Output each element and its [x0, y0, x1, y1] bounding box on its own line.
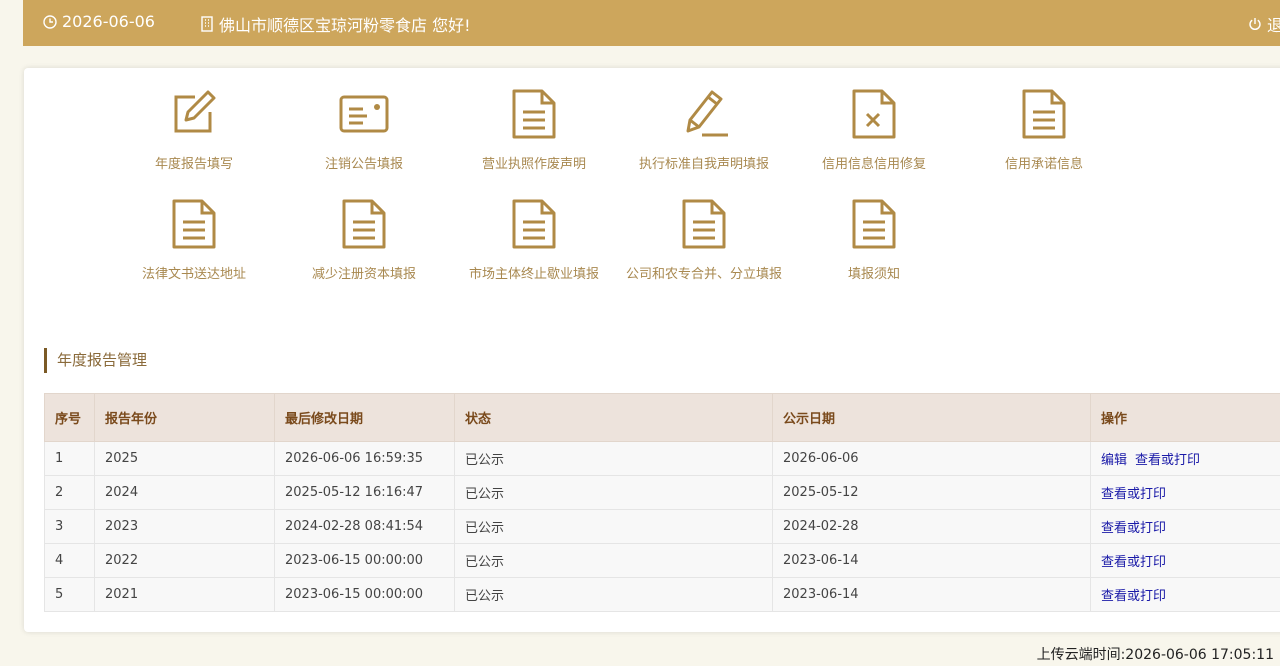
- cell-status: 已公示: [454, 441, 773, 476]
- cell-modified: 2024-02-28 08:41:54: [274, 509, 455, 544]
- clock-icon: [43, 14, 57, 29]
- header-date-text: 2026-06-06: [62, 12, 155, 31]
- col-header-modified: 最后修改日期: [274, 393, 455, 442]
- power-icon: [1249, 18, 1261, 31]
- upload-time: 上传云端时间:2026-06-06 17:05:11: [1036, 647, 1274, 663]
- building-icon: [201, 16, 213, 32]
- header-greeting-text: 佛山市顺德区宝琼河粉零食店 您好!: [219, 16, 471, 35]
- function-label: 减少注册资本填报: [311, 267, 416, 282]
- cell-published: 2026-06-06: [772, 441, 1091, 476]
- cell-actions: 查看或打印: [1090, 475, 1280, 510]
- edit-icon: [174, 90, 216, 133]
- cell-status: 已公示: [454, 475, 773, 510]
- cell-actions: 查看或打印: [1090, 509, 1280, 544]
- function-label: 执行标准自我声明填报: [638, 157, 769, 172]
- view-print-link[interactable]: 查看或打印: [1101, 589, 1166, 604]
- document-icon: [342, 199, 386, 249]
- cell-actions: 查看或打印: [1090, 577, 1280, 612]
- function-label: 信用承诺信息: [1004, 157, 1083, 172]
- document-icon: [512, 199, 556, 249]
- cell-published: 2025-05-12: [772, 475, 1091, 510]
- function-tile[interactable]: 填报须知: [789, 198, 959, 282]
- function-label: 法律文书送达地址: [141, 267, 246, 282]
- cell-actions: 编辑 查看或打印: [1090, 441, 1280, 476]
- cell-status: 已公示: [454, 509, 773, 544]
- logout-button[interactable]: 退出: [1248, 12, 1280, 36]
- cell-year: 2022: [94, 543, 275, 578]
- function-label: 市场主体终止歇业填报: [468, 267, 599, 282]
- function-label: 填报须知: [847, 267, 900, 282]
- function-label: 公司和农专合并、分立填报: [625, 267, 782, 282]
- function-label: 注销公告填报: [324, 157, 403, 172]
- function-tile[interactable]: 信用承诺信息: [959, 88, 1129, 172]
- header-greeting: 佛山市顺德区宝琼河粉零食店 您好!: [200, 12, 471, 36]
- document-icon: [512, 89, 556, 139]
- cell-actions: 查看或打印: [1090, 543, 1280, 578]
- cell-no: 4: [44, 543, 95, 578]
- col-header-actions: 操作: [1090, 393, 1280, 442]
- function-tile[interactable]: 信用信息信用修复: [789, 88, 959, 172]
- cell-published: 2023-06-14: [772, 543, 1091, 578]
- cell-modified: 2025-05-12 16:16:47: [274, 475, 455, 510]
- cell-published: 2023-06-14: [772, 577, 1091, 612]
- function-label: 年度报告填写: [154, 157, 233, 172]
- main-panel: 年度报告填写 注销公告填报 营业执照作废声明 执行标准自我声明填报 信用信息信用…: [24, 68, 1280, 632]
- function-tile[interactable]: 执行标准自我声明填报: [619, 88, 789, 172]
- col-header-no: 序号: [44, 393, 95, 442]
- cell-modified: 2026-06-06 16:59:35: [274, 441, 455, 476]
- document-icon: [1022, 89, 1066, 139]
- section-title: 年度报告管理: [44, 348, 147, 373]
- view-print-link[interactable]: 查看或打印: [1101, 521, 1166, 536]
- function-tile[interactable]: 减少注册资本填报: [279, 198, 449, 282]
- id-card-icon: [339, 95, 389, 133]
- function-tile[interactable]: 公司和农专合并、分立填报: [619, 198, 789, 282]
- function-tile[interactable]: 年度报告填写: [109, 88, 279, 172]
- function-label: 信用信息信用修复: [821, 157, 926, 172]
- function-tile[interactable]: 注销公告填报: [279, 88, 449, 172]
- function-tile[interactable]: 市场主体终止歇业填报: [449, 198, 619, 282]
- document-x-icon: [852, 89, 896, 139]
- document-icon: [172, 199, 216, 249]
- document-icon: [682, 199, 726, 249]
- view-print-link[interactable]: 查看或打印: [1135, 453, 1200, 468]
- cell-no: 2: [44, 475, 95, 510]
- cell-modified: 2023-06-15 00:00:00: [274, 577, 455, 612]
- cell-published: 2024-02-28: [772, 509, 1091, 544]
- cell-year: 2021: [94, 577, 275, 612]
- header-date: 2026-06-06: [43, 12, 155, 31]
- table-row: 1 2025 2026-06-06 16:59:35 已公示 2026-06-06 编辑查…: [44, 441, 1280, 476]
- document-icon: [852, 199, 896, 249]
- function-tile[interactable]: 法律文书送达地址: [109, 198, 279, 282]
- table-header-row: 序号 报告年份 最后修改日期 状态 公示日期 操作: [44, 393, 1280, 442]
- top-bar: 2026-06-06 佛山市顺德区宝琼河粉零食店 您好! 退出: [23, 0, 1280, 46]
- col-header-status: 状态: [454, 393, 773, 442]
- annual-report-table: 序号 报告年份 最后修改日期 状态 公示日期 操作 1 2025 2026-06-0…: [44, 393, 1280, 612]
- table-row: 4 2022 2023-06-15 00:00:00 已公示 2023-06-14 查看或…: [44, 543, 1280, 578]
- cell-modified: 2023-06-15 00:00:00: [274, 543, 455, 578]
- cell-status: 已公示: [454, 543, 773, 578]
- pencil-icon: [686, 90, 728, 137]
- table-row: 5 2021 2023-06-15 00:00:00 已公示 2023-06-14 查看或…: [44, 577, 1280, 612]
- view-print-link[interactable]: 查看或打印: [1101, 555, 1166, 570]
- cell-no: 1: [44, 441, 95, 476]
- col-header-year: 报告年份: [94, 393, 275, 442]
- view-print-link[interactable]: 查看或打印: [1101, 487, 1166, 502]
- cell-no: 5: [44, 577, 95, 612]
- logout-label: 退出: [1267, 16, 1280, 35]
- function-label: 营业执照作废声明: [481, 157, 586, 172]
- cell-status: 已公示: [454, 577, 773, 612]
- cell-no: 3: [44, 509, 95, 544]
- col-header-published: 公示日期: [772, 393, 1091, 442]
- table-row: 3 2023 2024-02-28 08:41:54 已公示 2024-02-28 查看或…: [44, 509, 1280, 544]
- table-row: 2 2024 2025-05-12 16:16:47 已公示 2025-05-12 查看或…: [44, 475, 1280, 510]
- edit-link[interactable]: 编辑: [1101, 453, 1127, 468]
- function-tile[interactable]: 营业执照作废声明: [449, 88, 619, 172]
- cell-year: 2024: [94, 475, 275, 510]
- cell-year: 2023: [94, 509, 275, 544]
- cell-year: 2025: [94, 441, 275, 476]
